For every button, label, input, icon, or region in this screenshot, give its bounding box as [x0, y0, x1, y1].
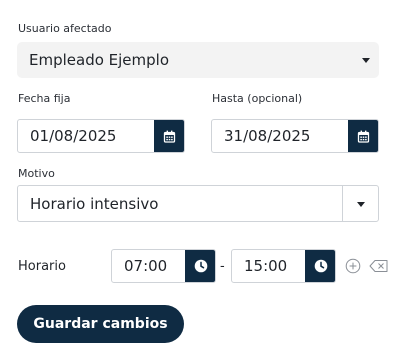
horario-start-input[interactable]: 07:00 [111, 249, 216, 283]
save-button[interactable]: Guardar cambios [17, 305, 184, 343]
delete-interval-icon[interactable] [369, 258, 389, 274]
add-interval-icon[interactable] [345, 258, 361, 274]
hasta-calendar-button[interactable] [348, 120, 378, 152]
fecha-value: 01/08/2025 [30, 127, 117, 145]
horario-end-value: 15:00 [244, 257, 288, 275]
calendar-icon [357, 130, 370, 143]
caret-down-icon [362, 58, 370, 63]
fecha-calendar-button[interactable] [154, 120, 184, 152]
caret-down-icon [357, 202, 365, 207]
horario-start-clock-button[interactable] [185, 250, 215, 282]
fecha-input[interactable]: 01/08/2025 [17, 119, 185, 153]
usuario-value: Empleado Ejemplo [29, 51, 170, 69]
clock-icon [194, 259, 207, 273]
select-divider [342, 186, 343, 221]
horario-end-clock-button[interactable] [305, 250, 335, 282]
fecha-label: Fecha fija [18, 92, 71, 105]
horario-label: Horario [18, 259, 66, 274]
hasta-label: Hasta (opcional) [212, 92, 303, 105]
hasta-value: 31/08/2025 [224, 127, 311, 145]
horario-separator: - [220, 259, 225, 274]
clock-icon [314, 259, 327, 273]
horario-end-input[interactable]: 15:00 [231, 249, 336, 283]
motivo-label: Motivo [18, 167, 55, 180]
horario-start-value: 07:00 [124, 257, 168, 275]
motivo-value: Horario intensivo [30, 194, 159, 213]
motivo-select[interactable]: Horario intensivo [17, 185, 379, 222]
hasta-input[interactable]: 31/08/2025 [211, 119, 379, 153]
usuario-label: Usuario afectado [18, 22, 112, 35]
calendar-icon [163, 130, 176, 143]
usuario-select[interactable]: Empleado Ejemplo [17, 42, 379, 78]
